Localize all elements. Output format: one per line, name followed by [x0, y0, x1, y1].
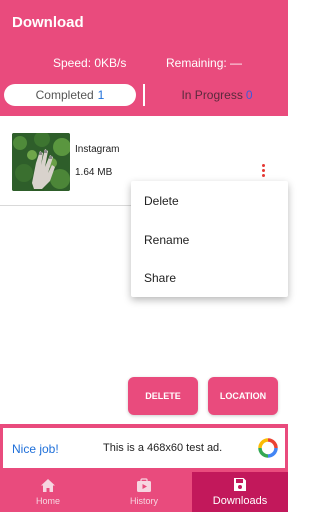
item-name: Instagram: [75, 144, 120, 155]
tab-in-progress-label: In Progress: [181, 88, 243, 102]
menu-item-share[interactable]: Share: [144, 271, 176, 285]
history-icon: [137, 478, 151, 492]
ad-nice-label: Nice job!: [12, 442, 59, 456]
tab-in-progress[interactable]: In Progress 0: [150, 84, 284, 106]
bottom-navigation: Home History Downloads: [0, 472, 288, 512]
app-header: Download Speed: 0KB/s Remaining: — Compl…: [0, 0, 288, 116]
menu-item-rename[interactable]: Rename: [144, 233, 189, 247]
nav-history-label: History: [129, 496, 158, 506]
tab-divider: [143, 84, 145, 106]
tab-in-progress-count: 0: [245, 88, 253, 102]
tab-completed-count: 1: [97, 88, 105, 102]
nav-home-label: Home: [35, 496, 60, 506]
ad-logo-icon: [258, 438, 278, 458]
nav-home[interactable]: Home: [0, 472, 96, 512]
nav-downloads[interactable]: Downloads: [192, 472, 288, 512]
downloads-icon: [234, 478, 246, 491]
context-menu: Delete Rename Share: [131, 181, 288, 297]
tab-completed[interactable]: Completed 1: [4, 84, 136, 106]
home-icon: [41, 479, 55, 492]
thumbnail-image: [12, 133, 70, 191]
speed-label: Speed: 0KB/s: [53, 56, 127, 70]
ad-banner[interactable]: Nice job! This is a 468x60 test ad.: [3, 428, 285, 468]
menu-item-delete[interactable]: Delete: [144, 194, 179, 208]
nav-history[interactable]: History: [96, 472, 192, 512]
nav-downloads-label: Downloads: [212, 495, 268, 507]
delete-button[interactable]: DELETE: [128, 377, 198, 415]
ad-text: This is a 468x60 test ad.: [103, 442, 223, 454]
item-size: 1.64 MB: [75, 167, 113, 178]
more-vert-icon[interactable]: [258, 164, 268, 180]
location-button[interactable]: LOCATION: [208, 377, 278, 415]
remaining-label: Remaining: —: [166, 56, 243, 70]
page-title: Download: [12, 14, 84, 31]
tab-completed-label: Completed: [35, 88, 94, 102]
